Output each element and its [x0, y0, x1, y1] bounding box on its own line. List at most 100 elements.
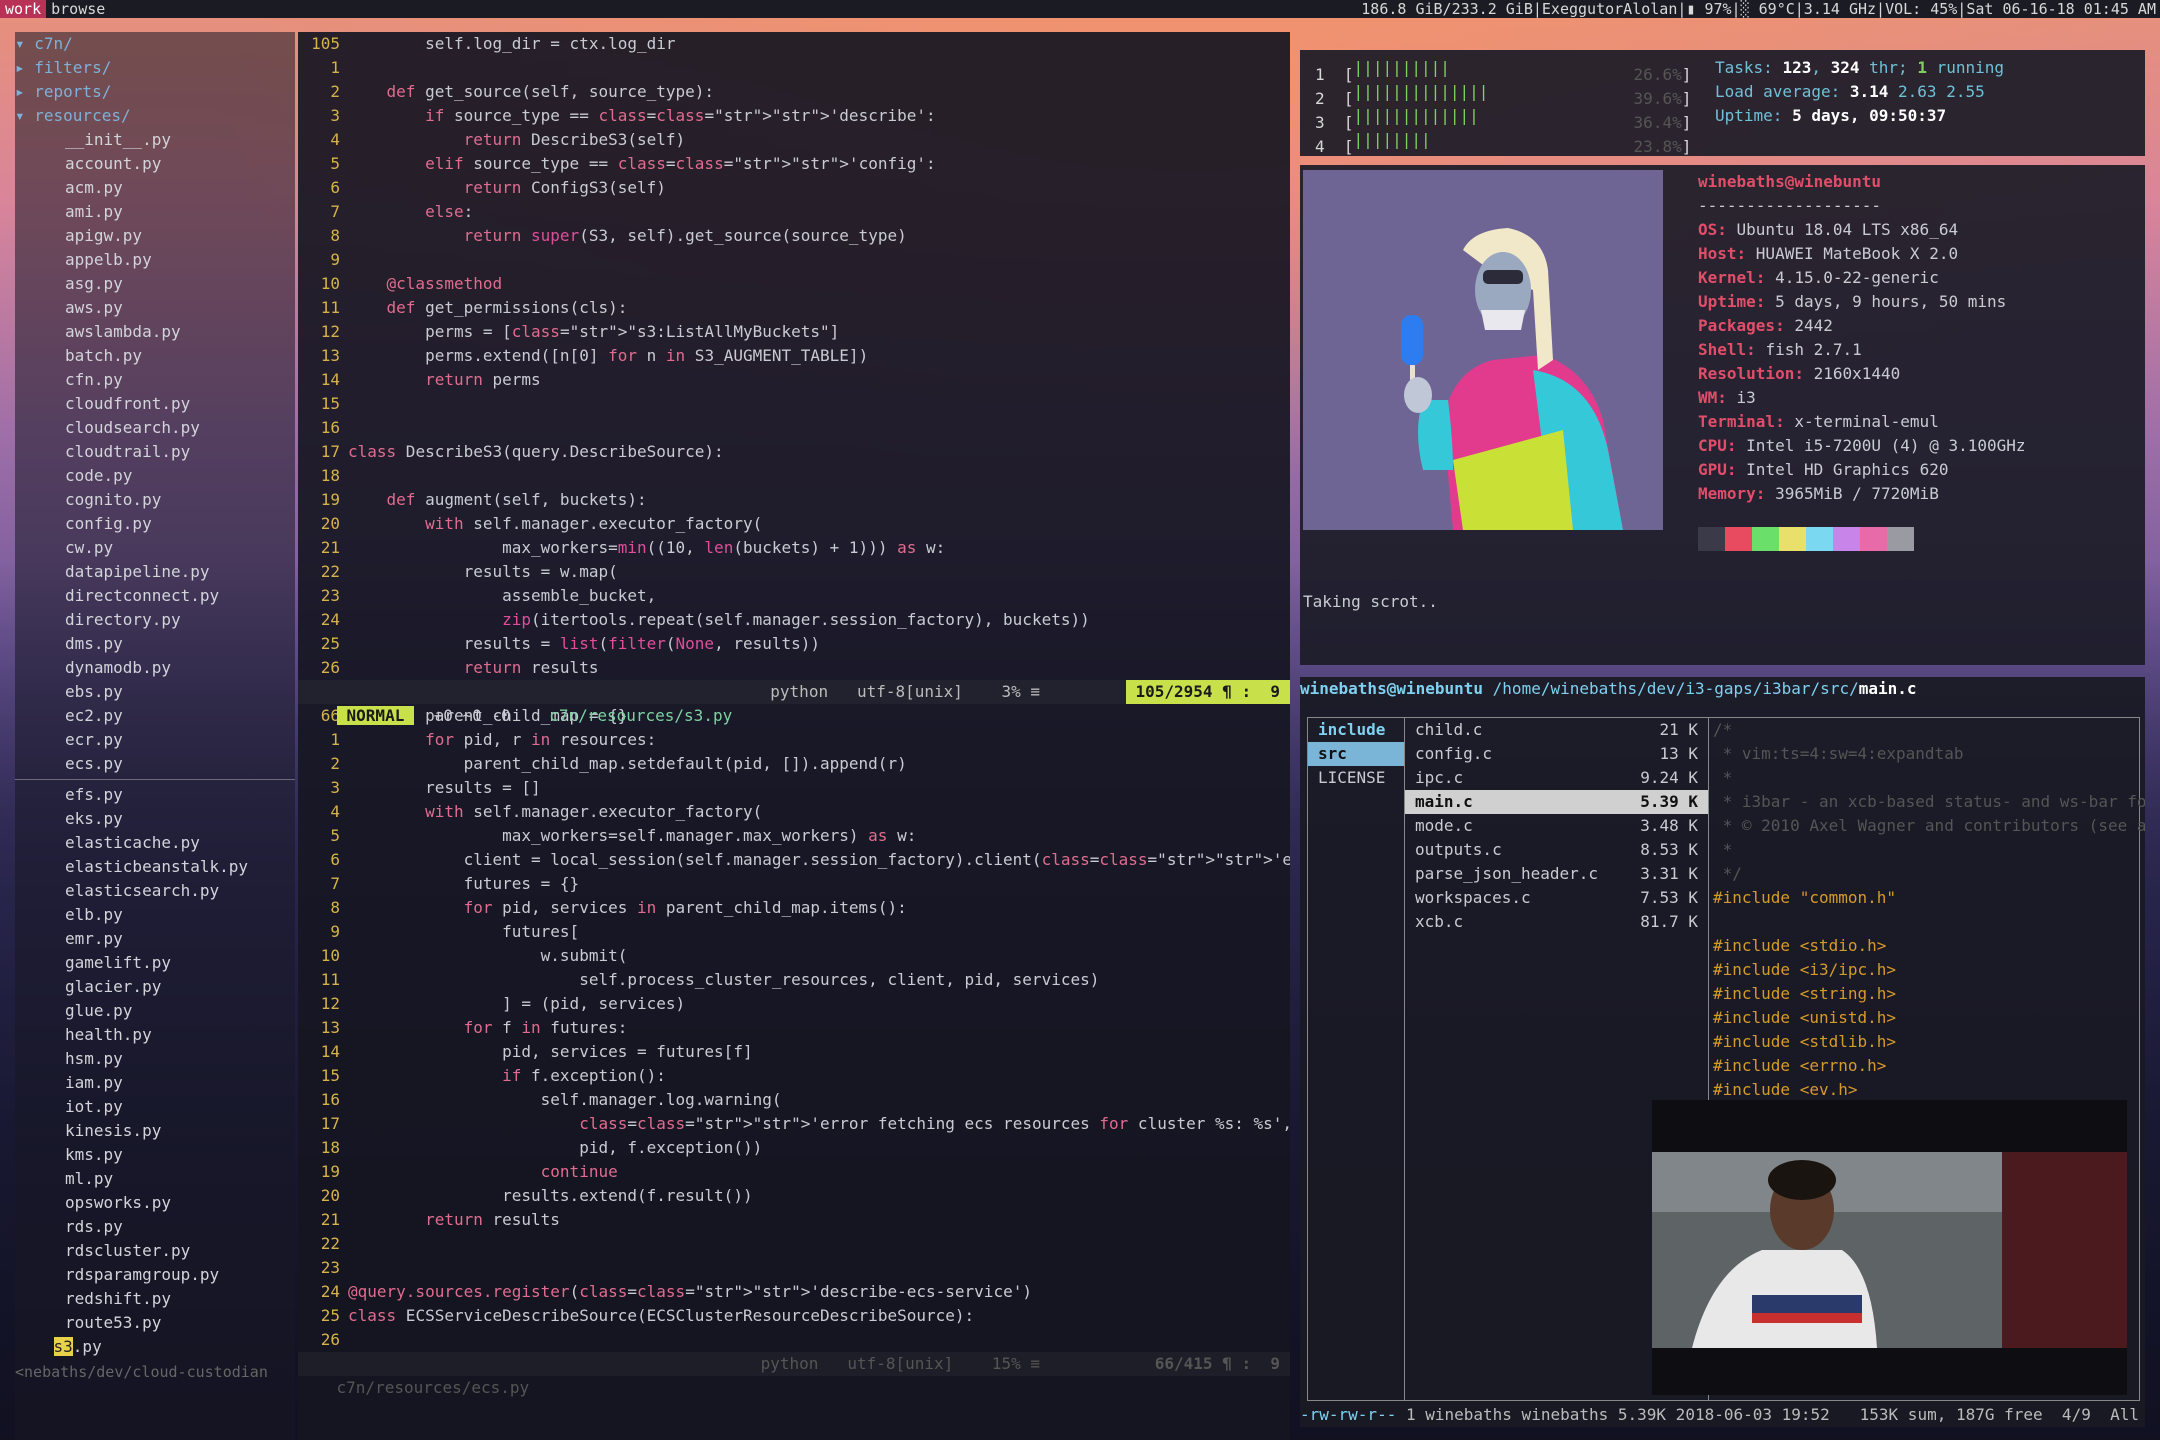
tree-file-item[interactable]: cloudtrail.py	[15, 440, 295, 464]
tree-dir-item[interactable]: ▾ resources/	[15, 104, 295, 128]
tree-file-item[interactable]: appelb.py	[15, 248, 295, 272]
line-number: 20	[320, 1186, 340, 1205]
tree-file-item[interactable]: route53.py	[15, 1311, 295, 1335]
ranger-file-item[interactable]: workspaces.c 7.53 K	[1405, 886, 1708, 910]
tree-file-item[interactable]: cognito.py	[15, 488, 295, 512]
preview-line: */	[1713, 864, 1742, 883]
tree-file-item[interactable]: elasticbeanstalk.py	[15, 855, 295, 879]
line-number: 24	[320, 1282, 340, 1301]
tree-file-item[interactable]: apigw.py	[15, 224, 295, 248]
tree-file-item[interactable]: efs.py	[15, 783, 295, 807]
color-swatch	[1725, 527, 1752, 551]
info-value: x-terminal-emul	[1794, 412, 1939, 431]
tree-file-item[interactable]: ecr.py	[15, 728, 295, 752]
tree-file-item[interactable]: elasticache.py	[15, 831, 295, 855]
info-value: 4.15.0-22-generic	[1775, 268, 1939, 287]
tree-file-item[interactable]: opsworks.py	[15, 1191, 295, 1215]
tree-file-item[interactable]: asg.py	[15, 272, 295, 296]
tree-file-item[interactable]: batch.py	[15, 344, 295, 368]
tree-file-item[interactable]: eks.py	[15, 807, 295, 831]
tree-file-item[interactable]: ami.py	[15, 200, 295, 224]
ranger-parent-item[interactable]: include	[1308, 718, 1404, 742]
ranger-file-item[interactable]: child.c 21 K	[1405, 718, 1708, 742]
ranger-parent-item[interactable]: src	[1308, 742, 1404, 766]
line-number: 8	[330, 898, 340, 917]
code-line: 18 pid, f.exception())	[298, 1136, 1290, 1160]
file-size: 3.31 K	[1640, 864, 1698, 883]
tree-file-item[interactable]: awslambda.py	[15, 320, 295, 344]
tree-file-item[interactable]: directory.py	[15, 608, 295, 632]
tree-file-item[interactable]: rdscluster.py	[15, 1239, 295, 1263]
code-line: 2 def get_source(self, source_type):	[298, 80, 1290, 104]
tree-file-item[interactable]: ecs.py	[15, 752, 295, 776]
ranger-file-item[interactable]: main.c 5.39 K	[1405, 790, 1708, 814]
tree-file-item[interactable]: dms.py	[15, 632, 295, 656]
tree-dir-item[interactable]: ▸ reports/	[15, 80, 295, 104]
tree-file-item[interactable]: directconnect.py	[15, 584, 295, 608]
code-text: self.process_cluster_resources, client, …	[348, 970, 1100, 989]
code-line: 12 perms = [class="str">"s3:ListAllMyBuc…	[298, 320, 1290, 344]
tree-file-item[interactable]: kinesis.py	[15, 1119, 295, 1143]
video-player-window[interactable]	[1652, 1100, 2127, 1395]
scrot-message: Taking scrot..	[1303, 592, 1438, 611]
tree-file-item[interactable]: code.py	[15, 464, 295, 488]
vim-statusline-top: NORMAL +0 ~0 -0 c7n/resources/s3.py pyth…	[298, 680, 1290, 725]
tree-file-item[interactable]: ml.py	[15, 1167, 295, 1191]
tree-file-item[interactable]: glacier.py	[15, 975, 295, 999]
tree-file-item[interactable]: __init__.py	[15, 128, 295, 152]
tree-file-item[interactable]: rds.py	[15, 1215, 295, 1239]
tree-file-item[interactable]: kms.py	[15, 1143, 295, 1167]
tree-file-item[interactable]: elb.py	[15, 903, 295, 927]
tree-file-item[interactable]: iam.py	[15, 1071, 295, 1095]
tree-file-item[interactable]: dynamodb.py	[15, 656, 295, 680]
tree-file-item[interactable]: gamelift.py	[15, 951, 295, 975]
tree-file-item[interactable]: rdsparamgroup.py	[15, 1263, 295, 1287]
tree-file-s3[interactable]: s3.py	[15, 1335, 295, 1359]
tree-file-item[interactable]: ec2.py	[15, 704, 295, 728]
info-value: 2442	[1794, 316, 1833, 335]
code-text: for pid, r in resources:	[425, 730, 657, 749]
tree-file-item[interactable]: datapipeline.py	[15, 560, 295, 584]
file-meta: python utf-8[unix] 15% ≡	[760, 1354, 1040, 1373]
ranger-file-item[interactable]: outputs.c 8.53 K	[1405, 838, 1708, 862]
cpu-meter: 1 [|||||||||| 26.6%]	[1315, 56, 1691, 84]
tree-file-item[interactable]: redshift.py	[15, 1287, 295, 1311]
tree-root-dir[interactable]: ▾ c7n/	[15, 32, 295, 56]
ranger-file-item[interactable]: ipc.c 9.24 K	[1405, 766, 1708, 790]
cursor-position: 105/2954 ¶ : 9	[1125, 680, 1290, 704]
tree-file-item[interactable]: aws.py	[15, 296, 295, 320]
tree-file-item[interactable]: cloudfront.py	[15, 392, 295, 416]
ranger-file-item[interactable]: config.c 13 K	[1405, 742, 1708, 766]
workspace-button-browse[interactable]: browse	[46, 0, 110, 18]
editor-window-bottom[interactable]: 66 parent_child_map = {}1 for pid, r in …	[298, 704, 1290, 1352]
ranger-file-item[interactable]: parse_json_header.c 3.31 K	[1405, 862, 1708, 886]
editor-window-top[interactable]: 105 self.log_dir = ctx.log_dir 1 2 def get…	[298, 32, 1290, 680]
tree-file-item[interactable]: acm.py	[15, 176, 295, 200]
tree-file-item[interactable]: cfn.py	[15, 368, 295, 392]
info-sep: :	[1746, 340, 1766, 359]
info-key: Resolution	[1698, 364, 1795, 383]
workspace-button-work[interactable]: work	[0, 0, 47, 18]
tree-file-item[interactable]: ebs.py	[15, 680, 295, 704]
ranger-file-item[interactable]: mode.c 3.48 K	[1405, 814, 1708, 838]
tree-dir-item[interactable]: ▸ filters/	[15, 56, 295, 80]
ranger-parent-item[interactable]: LICENSE	[1308, 766, 1404, 790]
code-line: 23 assemble_bucket,	[298, 584, 1290, 608]
tree-file-item[interactable]: emr.py	[15, 927, 295, 951]
ranger-file-item[interactable]: xcb.c 81.7 K	[1405, 910, 1708, 934]
tree-file-item[interactable]: account.py	[15, 152, 295, 176]
tree-file-item[interactable]: health.py	[15, 1023, 295, 1047]
tree-file-item[interactable]: config.py	[15, 512, 295, 536]
tree-file-item[interactable]: hsm.py	[15, 1047, 295, 1071]
code-text: futures[	[348, 922, 580, 941]
cpu-number: 4	[1315, 137, 1325, 156]
tree-file-item[interactable]: glue.py	[15, 999, 295, 1023]
tree-file-item[interactable]: cw.py	[15, 536, 295, 560]
cursor-position: 66/415 ¶ : 9	[1154, 1354, 1280, 1373]
code-line: 11 self.process_cluster_resources, clien…	[298, 968, 1290, 992]
tree-file-item[interactable]: iot.py	[15, 1095, 295, 1119]
info-key: OS	[1698, 220, 1718, 239]
tree-file-item[interactable]: cloudsearch.py	[15, 416, 295, 440]
tree-file-item[interactable]: elasticsearch.py	[15, 879, 295, 903]
code-line: 2 parent_child_map.setdefault(pid, []).a…	[298, 752, 1290, 776]
